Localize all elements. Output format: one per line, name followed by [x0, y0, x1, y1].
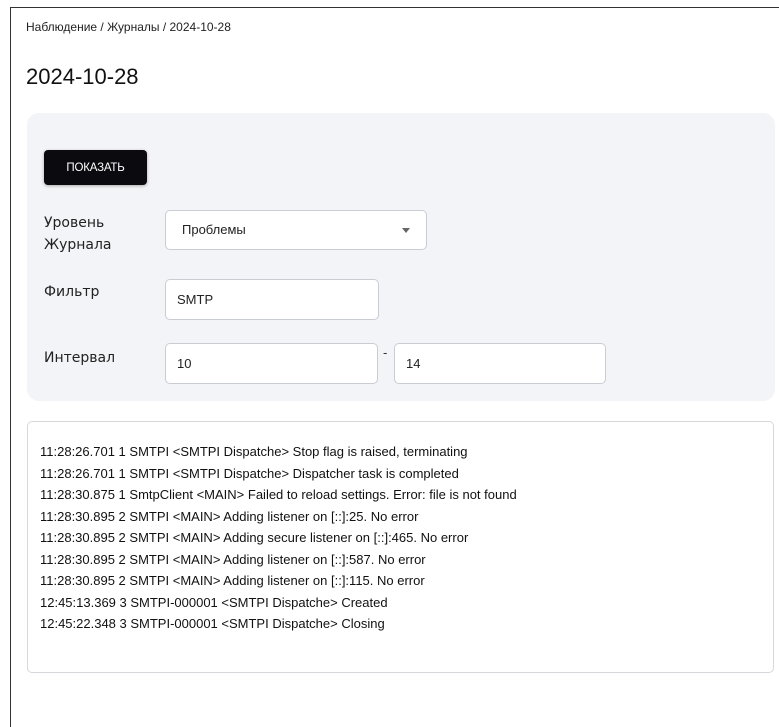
log-filter-panel: ПОКАЗАТЬ Уровень Журнала Проблемы Фильтр… — [27, 113, 775, 401]
log-line: 11:28:30.895 2 SMTPI <MAIN> Adding secur… — [40, 530, 469, 545]
log-line: 11:28:30.895 2 SMTPI <MAIN> Adding liste… — [40, 573, 425, 588]
log-line: 11:28:30.875 1 SmtpClient <MAIN> Failed … — [40, 487, 517, 502]
log-lines: 11:28:26.701 1 SMTPI <SMTPI Dispatche> S… — [40, 441, 517, 635]
log-line: 11:28:30.895 2 SMTPI <MAIN> Adding liste… — [40, 508, 419, 524]
log-level-select[interactable]: Проблемы — [165, 210, 427, 250]
app-frame: Наблюдение / Журналы / 2024-10-28 2024-1… — [10, 7, 779, 727]
interval-label: Интервал — [44, 350, 116, 366]
page-title: 2024-10-28 — [26, 64, 139, 89]
show-button[interactable]: ПОКАЗАТЬ — [44, 150, 147, 185]
log-line: 11:28:26.701 1 SMTPI <SMTPI Dispatche> D… — [40, 465, 459, 481]
interval-to-input[interactable]: 14 — [394, 343, 606, 384]
filter-label: Фильтр — [44, 284, 100, 300]
log-line: 12:45:13.369 3 SMTPI-000001 <SMTPI Dispa… — [40, 594, 388, 610]
interval-separator: - — [383, 345, 388, 360]
interval-from-input[interactable]: 10 — [165, 343, 378, 384]
log-level-label: Уровень Журнала — [44, 215, 112, 253]
log-output: 11:28:26.701 1 SMTPI <SMTPI Dispatche> S… — [27, 421, 774, 673]
filter-input[interactable]: SMTP — [165, 279, 379, 320]
log-line: 11:28:26.701 1 SMTPI <SMTPI Dispatche> S… — [40, 444, 468, 459]
log-level-value: Проблемы — [182, 222, 246, 237]
breadcrumb: Наблюдение / Журналы / 2024-10-28 — [26, 20, 231, 34]
log-line: 12:45:22.348 3 SMTPI-000001 <SMTPI Dispa… — [40, 616, 385, 631]
log-line: 11:28:30.895 2 SMTPI <MAIN> Adding liste… — [40, 551, 426, 567]
caret-down-icon — [402, 228, 410, 233]
